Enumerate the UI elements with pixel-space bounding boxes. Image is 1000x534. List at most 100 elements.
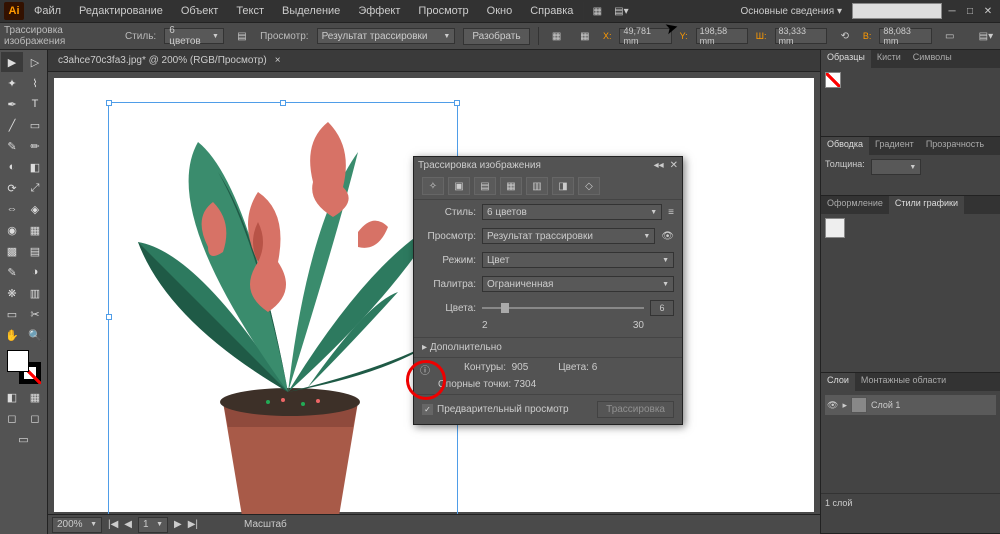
- tp-eye-icon[interactable]: 👁: [661, 231, 674, 242]
- artboard-nav[interactable]: 1▼: [138, 517, 168, 533]
- menu-view[interactable]: Просмотр: [410, 2, 476, 20]
- nav-next-icon[interactable]: ▶: [174, 519, 182, 530]
- eraser-tool[interactable]: ◧: [24, 157, 46, 177]
- tp-style-dropdown[interactable]: 6 цветов▼: [482, 204, 662, 220]
- preset-photo-lo-icon[interactable]: ▤: [474, 177, 496, 195]
- rotate-tool[interactable]: ⟳: [1, 178, 23, 198]
- menu-help[interactable]: Справка: [522, 2, 581, 20]
- draw-behind-icon[interactable]: ◻: [24, 408, 46, 428]
- tp-palette-dropdown[interactable]: Ограниченная▼: [482, 276, 674, 292]
- tp-preview-checkbox[interactable]: ✓ Предварительный просмотр: [422, 404, 569, 415]
- mesh-tool[interactable]: ▩: [1, 241, 23, 261]
- preset-gray-icon[interactable]: ▥: [526, 177, 548, 195]
- swatch-none-icon[interactable]: [825, 72, 841, 88]
- draw-normal-icon[interactable]: ◻: [1, 408, 23, 428]
- trace-panel-icon[interactable]: ▤: [232, 26, 252, 46]
- lasso-tool[interactable]: ⌇: [24, 73, 46, 93]
- color-mode-icon[interactable]: ◧: [1, 387, 23, 407]
- gradient-mode-icon[interactable]: ▦: [24, 387, 46, 407]
- pen-tool[interactable]: ✒: [1, 94, 23, 114]
- tp-style-menu-icon[interactable]: ≡: [668, 207, 674, 218]
- expand-button[interactable]: Разобрать: [463, 28, 529, 45]
- nav-last-icon[interactable]: ▶|: [188, 519, 198, 530]
- stroke-weight-dropdown[interactable]: ▼: [871, 159, 921, 175]
- maximize-icon[interactable]: □: [962, 4, 978, 18]
- tab-stroke[interactable]: Обводка: [821, 137, 869, 155]
- layout-icon[interactable]: ▦: [586, 1, 608, 21]
- document-tab-title[interactable]: c3ahce70c3fa3.jpg* @ 200% (RGB/Просмотр): [58, 55, 267, 66]
- align-icon[interactable]: ▦: [575, 26, 595, 46]
- tab-symbols[interactable]: Символы: [907, 50, 958, 68]
- nav-first-icon[interactable]: |◀: [108, 519, 118, 530]
- menu-text[interactable]: Текст: [228, 2, 272, 20]
- transform-icon[interactable]: ▦: [546, 26, 566, 46]
- menu-effect[interactable]: Эффект: [350, 2, 408, 20]
- tp-colors-slider[interactable]: [482, 301, 644, 315]
- h-field[interactable]: 88,083 mm: [879, 28, 931, 44]
- zoom-dropdown[interactable]: 200%▼: [52, 517, 102, 533]
- default-style-icon[interactable]: [825, 218, 845, 238]
- tab-transparency[interactable]: Прозрачность: [920, 137, 990, 155]
- tp-advanced-toggle[interactable]: ▸ Дополнительно: [422, 342, 502, 353]
- preset-outline-icon[interactable]: ◇: [578, 177, 600, 195]
- rectangle-tool[interactable]: ▭: [24, 115, 46, 135]
- tab-layers[interactable]: Слои: [821, 373, 855, 391]
- layer-name[interactable]: Слой 1: [871, 400, 900, 410]
- magic-wand-tool[interactable]: ✦: [1, 73, 23, 93]
- minimize-icon[interactable]: ─: [944, 4, 960, 18]
- direct-selection-tool[interactable]: ▷: [24, 52, 46, 72]
- fill-stroke-indicator[interactable]: [7, 350, 41, 384]
- x-field[interactable]: 49,781 mm: [619, 28, 671, 44]
- y-field[interactable]: 198,58 mm: [696, 28, 748, 44]
- arrange-icon[interactable]: ▤▾: [610, 1, 632, 21]
- line-tool[interactable]: ╱: [1, 115, 23, 135]
- panel-close-icon[interactable]: ✕: [670, 160, 678, 171]
- scale-tool[interactable]: ⤢: [24, 178, 46, 198]
- nav-prev-icon[interactable]: ◀: [124, 519, 132, 530]
- symbol-sprayer-tool[interactable]: ❋: [1, 283, 23, 303]
- search-input[interactable]: [852, 3, 942, 19]
- pencil-tool[interactable]: ✏: [24, 136, 46, 156]
- perspective-tool[interactable]: ▦: [24, 220, 46, 240]
- blob-brush-tool[interactable]: ◐: [1, 157, 23, 177]
- tab-gradient[interactable]: Градиент: [869, 137, 920, 155]
- type-tool[interactable]: T: [24, 94, 46, 114]
- free-transform-tool[interactable]: ◈: [24, 199, 46, 219]
- tab-appearance[interactable]: Оформление: [821, 196, 889, 214]
- blend-tool[interactable]: ◑: [24, 262, 46, 282]
- preset-auto-icon[interactable]: ✧: [422, 177, 444, 195]
- tab-brushes[interactable]: Кисти: [871, 50, 907, 68]
- visibility-icon[interactable]: 👁: [827, 400, 838, 411]
- hand-tool[interactable]: ✋: [1, 325, 23, 345]
- style-dropdown[interactable]: 6 цветов▼: [164, 28, 224, 44]
- workspace-dropdown[interactable]: Основные сведения ▾: [733, 4, 851, 19]
- screen-mode-icon[interactable]: ▭: [13, 429, 35, 449]
- menu-file[interactable]: Файл: [26, 2, 69, 20]
- shape-builder-tool[interactable]: ◉: [1, 220, 23, 240]
- gradient-tool[interactable]: ▤: [24, 241, 46, 261]
- expand-layer-icon[interactable]: ▸: [842, 400, 847, 411]
- tab-swatches[interactable]: Образцы: [821, 50, 871, 68]
- panel-collapse-icon[interactable]: ◂◂: [654, 160, 664, 171]
- opt-menu-icon[interactable]: ▤▾: [976, 26, 996, 46]
- slice-tool[interactable]: ✂: [24, 304, 46, 324]
- w-field[interactable]: 83,333 mm: [775, 28, 827, 44]
- tp-trace-button[interactable]: Трассировка: [597, 401, 674, 418]
- brush-tool[interactable]: ✎: [1, 136, 23, 156]
- layer-row[interactable]: 👁 ▸ Слой 1: [825, 395, 996, 415]
- menu-object[interactable]: Объект: [173, 2, 226, 20]
- link-icon[interactable]: ⟲: [835, 26, 855, 46]
- menu-edit[interactable]: Редактирование: [71, 2, 171, 20]
- tp-preview-dropdown[interactable]: Результат трассировки▼: [482, 228, 655, 244]
- width-tool[interactable]: ⇔: [1, 199, 23, 219]
- preset-3color-icon[interactable]: ▦: [500, 177, 522, 195]
- menu-select[interactable]: Выделение: [274, 2, 348, 20]
- tp-mode-dropdown[interactable]: Цвет▼: [482, 252, 674, 268]
- selection-tool[interactable]: ▶: [1, 52, 23, 72]
- tab-artboards[interactable]: Монтажные области: [855, 373, 952, 391]
- preset-bw-icon[interactable]: ◨: [552, 177, 574, 195]
- preview-dropdown[interactable]: Результат трассировки▼: [317, 28, 456, 44]
- eyedropper-tool[interactable]: ✎: [1, 262, 23, 282]
- graph-tool[interactable]: ▥: [24, 283, 46, 303]
- document-close-icon[interactable]: ×: [275, 55, 281, 66]
